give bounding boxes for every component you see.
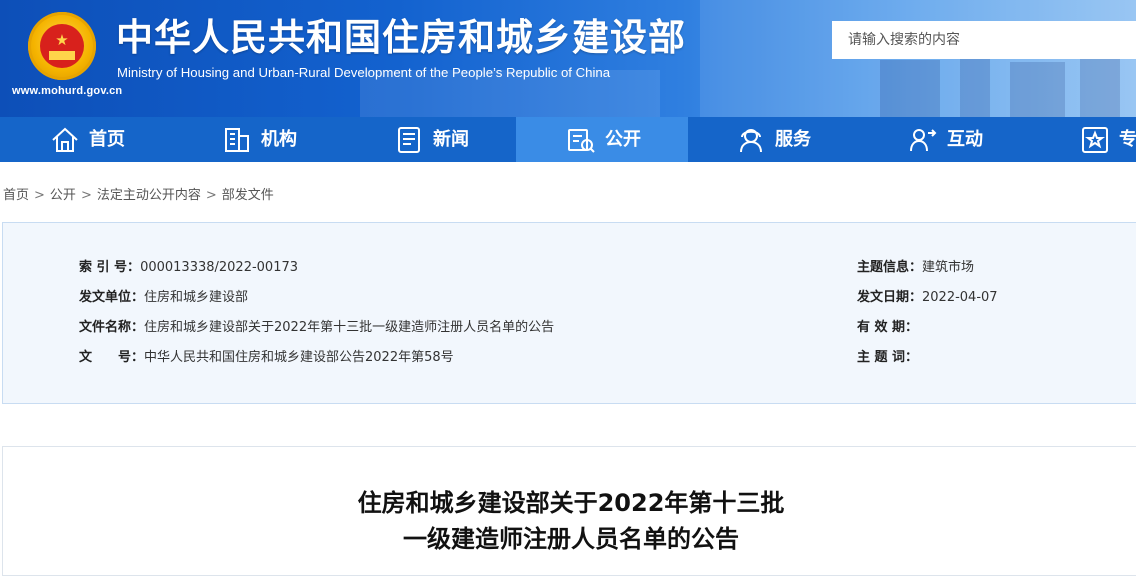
info-date-row: 发文日期：2022-04-07	[857, 286, 998, 305]
info-index-row: 索 引 号：000013338/2022-00173	[79, 256, 298, 275]
nav-item-label: 公开	[605, 129, 641, 150]
info-validity-label: 有 效 期：	[857, 320, 919, 335]
breadcrumb: 首页 > 公开 > 法定主动公开内容 > 部发文件	[3, 184, 274, 203]
info-issuer-label: 发文单位：	[79, 290, 145, 305]
info-file-name-label: 文件名称：	[79, 320, 145, 335]
info-keywords-row: 主 题 词：	[857, 346, 918, 365]
info-file-name-value: 住房和城乡建设部关于2022年第十三批一级建造师注册人员名单的公告	[144, 320, 555, 335]
header-building-window	[1080, 58, 1120, 117]
info-issuer-row: 发文单位：住房和城乡建设部	[79, 286, 248, 305]
nav-item-news[interactable]: 新闻	[394, 117, 469, 162]
document-info-panel: 索 引 号：000013338/2022-00173 发文单位：住房和城乡建设部…	[2, 222, 1136, 404]
nav-item-label: 互动	[947, 129, 983, 150]
site-url[interactable]: www.mohurd.gov.cn	[12, 85, 122, 97]
service-icon	[740, 128, 762, 152]
info-topic-row: 主题信息：建筑市场	[857, 256, 974, 275]
article-title-line1: 住房和城乡建设部关于2022年第十三批	[357, 489, 785, 517]
topic-icon	[1082, 126, 1108, 153]
national-emblem-icon[interactable]: ★	[28, 12, 96, 80]
breadcrumb-home[interactable]: 首页	[3, 188, 29, 203]
breadcrumb-separator: >	[34, 188, 45, 203]
article-title-line2: 一级建造师注册人员名单的公告	[403, 525, 739, 553]
site-title[interactable]: 中华人民共和国住房和城乡建设部	[116, 16, 686, 60]
info-issuer-value: 住房和城乡建设部	[144, 290, 249, 305]
building-icon	[225, 127, 249, 152]
document-icon	[568, 128, 595, 153]
info-date-label: 发文日期：	[857, 290, 923, 305]
nav-item-label: 首页	[89, 129, 125, 150]
breadcrumb-legal-content[interactable]: 法定主动公开内容	[97, 188, 201, 203]
info-index-value: 000013338/2022-00173	[140, 260, 299, 275]
site-header: ★ www.mohurd.gov.cn 中华人民共和国住房和城乡建设部 Mini…	[0, 0, 1136, 117]
header-building-window	[880, 60, 940, 117]
info-doc-no-value: 中华人民共和国住房和城乡建设部公告2022年第58号	[144, 350, 454, 365]
header-building-window	[960, 55, 990, 117]
nav-item-label: 机构	[261, 129, 297, 150]
info-date-value: 2022-04-07	[922, 290, 998, 305]
interaction-icon	[910, 128, 937, 151]
info-index-label: 索 引 号：	[79, 260, 141, 275]
info-keywords-label: 主 题 词：	[857, 350, 919, 365]
info-doc-no-row: 文 号：中华人民共和国住房和城乡建设部公告2022年第58号	[79, 346, 454, 365]
info-topic-label: 主题信息：	[857, 260, 923, 275]
info-topic-value: 建筑市场	[922, 260, 975, 275]
nav-item-label: 服务	[775, 129, 811, 150]
news-icon	[398, 126, 420, 153]
nav-item-home[interactable]: 首页	[50, 117, 125, 162]
nav-item-organization[interactable]: 机构	[222, 117, 297, 162]
main-nav: 首页 机构 新闻 公开 服务 互动 专	[0, 117, 1136, 162]
nav-item-label: 新闻	[433, 129, 469, 150]
home-icon	[52, 127, 78, 152]
info-file-name-row: 文件名称：住房和城乡建设部关于2022年第十三批一级建造师注册人员名单的公告	[79, 316, 554, 335]
header-building-window	[1010, 62, 1065, 117]
nav-item-interaction[interactable]: 互动	[908, 117, 983, 162]
nav-item-topic[interactable]: 专	[1080, 117, 1136, 162]
breadcrumb-ministry-docs[interactable]: 部发文件	[222, 188, 274, 203]
breadcrumb-separator: >	[80, 188, 92, 203]
article-container: 住房和城乡建设部关于2022年第十三批 一级建造师注册人员名单的公告	[2, 446, 1136, 576]
site-subtitle: Ministry of Housing and Urban-Rural Deve…	[117, 65, 611, 80]
info-doc-no-label: 文 号：	[79, 350, 145, 365]
info-validity-row: 有 效 期：	[857, 316, 918, 335]
nav-item-service[interactable]: 服务	[736, 117, 811, 162]
breadcrumb-separator: >	[205, 188, 217, 203]
nav-item-label: 专	[1119, 129, 1136, 150]
breadcrumb-public[interactable]: 公开	[50, 188, 76, 203]
nav-item-public[interactable]: 公开	[516, 117, 688, 162]
search-input[interactable]	[832, 21, 1136, 59]
